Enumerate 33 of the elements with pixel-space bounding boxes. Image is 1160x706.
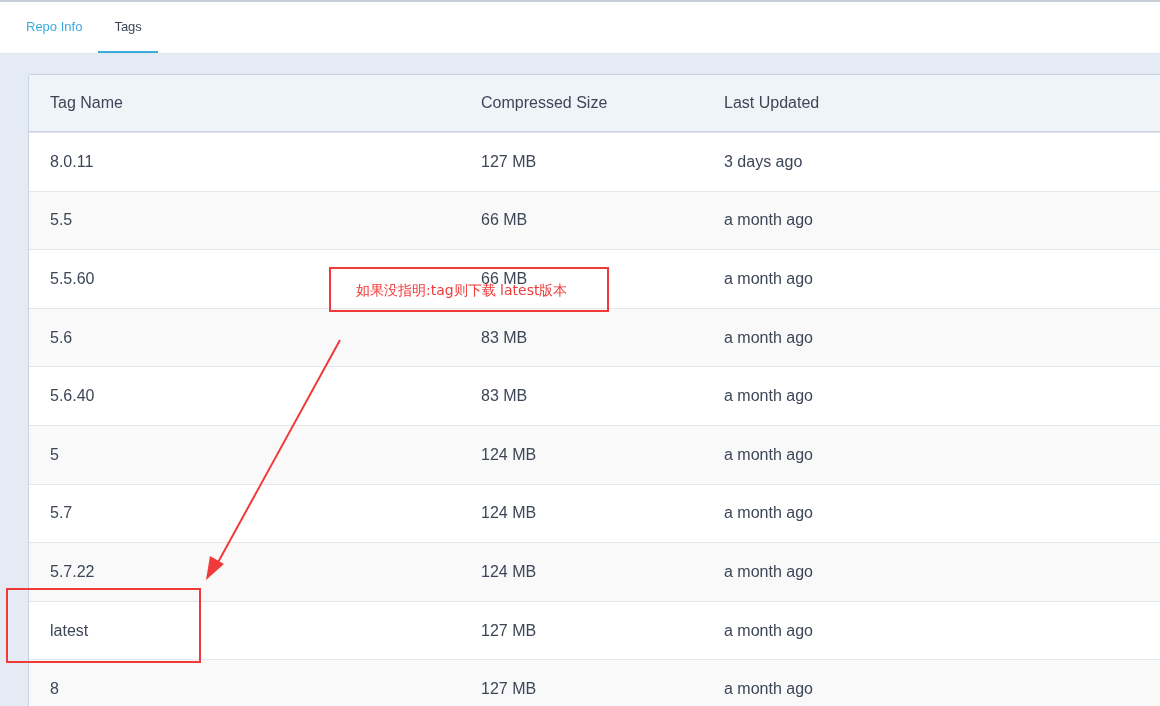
- table-cell-text: 66 MB: [481, 211, 529, 230]
- table-cell-text: 5.6.40: [50, 387, 96, 406]
- column-header: Last Updated: [724, 94, 821, 112]
- table-cell-text: 5: [50, 445, 60, 464]
- table-cell-text: 5.7: [50, 504, 74, 523]
- table-cell-text: a month ago: [724, 621, 814, 640]
- table-cell-text: 124 MB: [481, 504, 538, 523]
- column-header: Tag Name: [50, 94, 124, 112]
- table-cell-text: 124 MB: [481, 562, 538, 581]
- table-cell-text: 127 MB: [481, 680, 538, 699]
- tab[interactable]: Tags: [98, 2, 158, 53]
- table-cell-text: 83 MB: [481, 387, 529, 406]
- table-cell-text: a month ago: [724, 504, 814, 523]
- table-cell-text: 8: [50, 680, 60, 699]
- table-cell-text: 127 MB: [481, 152, 538, 171]
- table-cell-text: a month ago: [724, 445, 814, 464]
- table-cell-text: 8.0.11: [50, 152, 95, 171]
- table-cell-text: a month ago: [724, 562, 814, 581]
- table-cell-text: 5.7.22: [50, 562, 96, 581]
- table-cell-text: latest: [50, 621, 90, 640]
- table-cell-text: a month ago: [724, 387, 814, 406]
- table-cell-text: 5.5.60: [50, 270, 96, 288]
- column-header: Compressed Size: [481, 94, 609, 112]
- table-cell-text: 5.5: [50, 211, 74, 230]
- table-cell-text: 124 MB: [481, 445, 538, 464]
- table-cell-text: a month ago: [724, 328, 814, 347]
- table-cell-text: a month ago: [724, 270, 814, 288]
- table-cell-text: 83 MB: [481, 328, 529, 347]
- table-cell-text: 127 MB: [481, 621, 538, 640]
- table-cell-text: a month ago: [724, 680, 814, 699]
- table-cell-text: 3 days ago: [724, 152, 804, 171]
- table-cell-text: 5.6: [50, 328, 74, 347]
- table-cell-text: a month ago: [724, 211, 814, 230]
